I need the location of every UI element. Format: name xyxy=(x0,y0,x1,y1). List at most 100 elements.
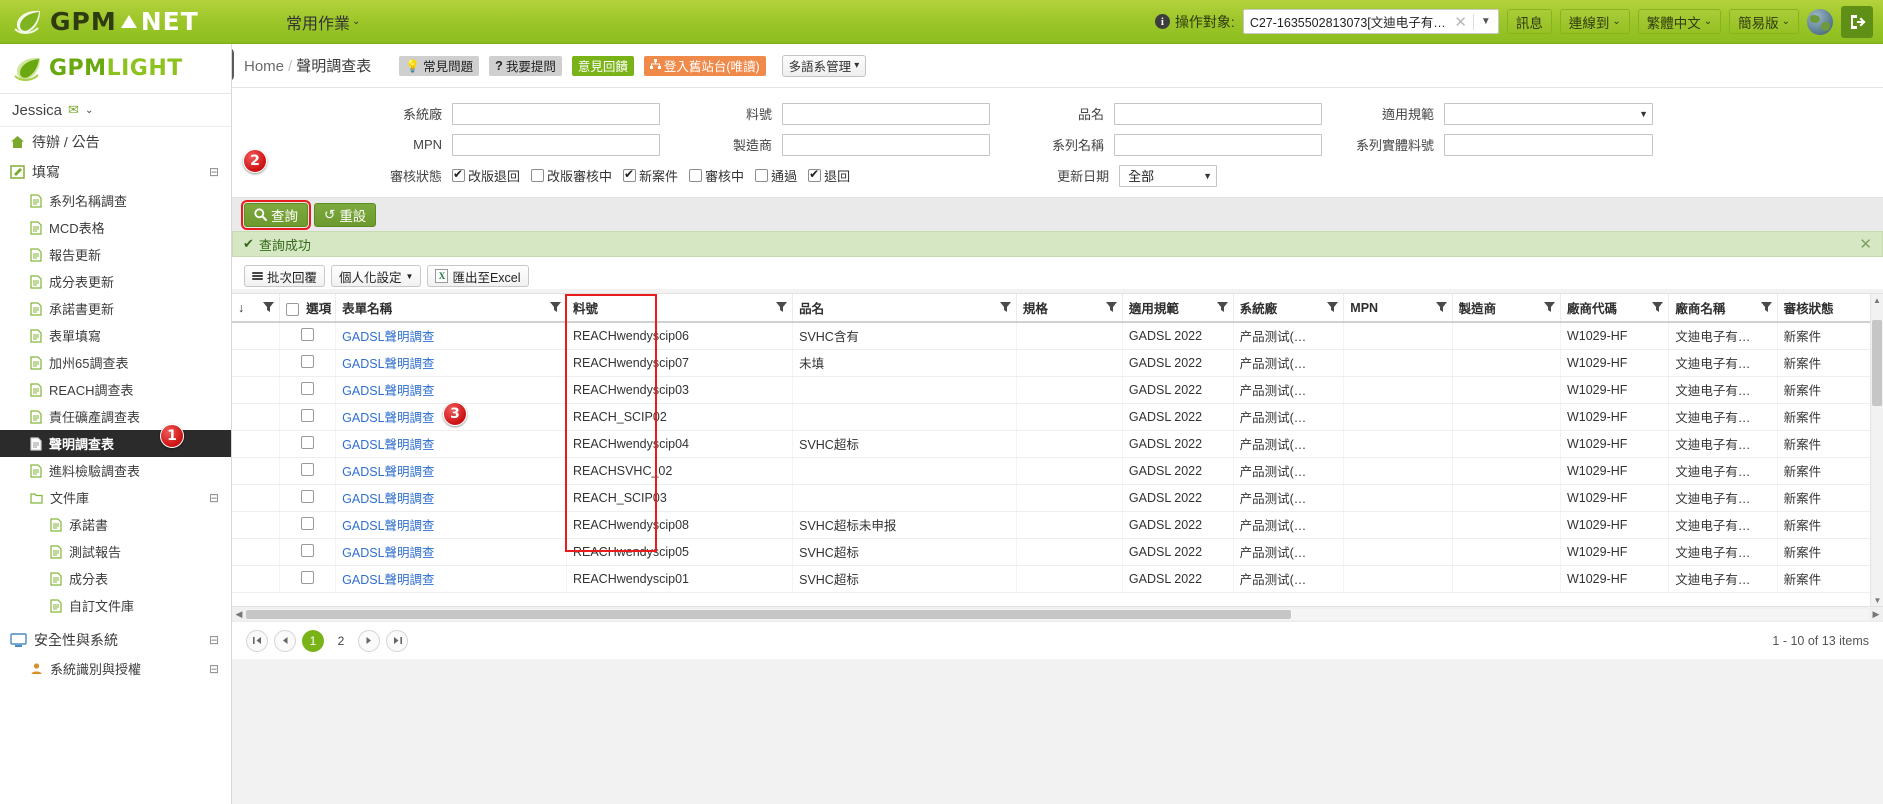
cell-select[interactable] xyxy=(279,511,336,538)
product-name-input[interactable] xyxy=(1114,103,1322,125)
row-checkbox[interactable] xyxy=(301,571,314,584)
series-physical-part-number-input[interactable] xyxy=(1444,134,1653,156)
row-checkbox[interactable] xyxy=(301,463,314,476)
page-2-button[interactable]: 2 xyxy=(330,630,352,652)
cell-form-name[interactable]: GADSL聲明調查 xyxy=(336,511,567,538)
row-checkbox[interactable] xyxy=(301,436,314,449)
sidebar-item-security-system[interactable]: 安全性與系統 ⊟ xyxy=(0,625,231,655)
cell-form-name[interactable]: GADSL聲明調查 xyxy=(336,322,567,349)
form-link[interactable]: GADSL聲明調查 xyxy=(342,465,434,479)
form-link[interactable]: GADSL聲明調查 xyxy=(342,546,434,560)
sidebar-item-composition-update[interactable]: 成分表更新 xyxy=(0,268,231,295)
part-number-input[interactable] xyxy=(782,103,990,125)
system-plant-input[interactable] xyxy=(452,103,660,125)
form-link[interactable]: GADSL聲明調查 xyxy=(342,384,434,398)
row-checkbox[interactable] xyxy=(301,517,314,530)
table-row[interactable]: GADSL聲明調查 REACH_SCIP02 GADSL 2022 产品测试(…… xyxy=(232,403,1872,430)
next-page-button[interactable] xyxy=(358,630,380,652)
col-part-number[interactable]: 料號 xyxy=(566,294,792,322)
checkbox-revision-returned[interactable]: 改版退回 xyxy=(452,166,520,185)
applicable-standard-select[interactable]: ▼ xyxy=(1444,103,1653,125)
sidebar-item-document-library[interactable]: 文件庫 ⊟ xyxy=(0,484,231,511)
row-checkbox[interactable] xyxy=(301,382,314,395)
row-checkbox[interactable] xyxy=(301,355,314,368)
last-page-button[interactable] xyxy=(386,630,408,652)
col-system-plant[interactable]: 系統廠 xyxy=(1233,294,1344,322)
col-vendor-code[interactable]: 廠商代碼 xyxy=(1560,294,1668,322)
row-checkbox[interactable] xyxy=(301,544,314,557)
logout-button[interactable] xyxy=(1841,6,1873,38)
operation-target-select[interactable]: C27-1635502813073[文迪电子有限… ✕ ▼ xyxy=(1243,9,1499,34)
globe-icon[interactable] xyxy=(1807,9,1833,35)
close-icon[interactable]: ✕ xyxy=(1859,235,1872,253)
scroll-up-arrow[interactable]: ▲ xyxy=(1871,294,1883,307)
sidebar-item-custom-library[interactable]: 自訂文件庫 xyxy=(0,592,231,619)
cell-select[interactable] xyxy=(279,457,336,484)
simple-version-button[interactable]: 簡易版 ⌄ xyxy=(1729,9,1799,34)
collapse-icon[interactable]: ⊟ xyxy=(209,491,219,505)
table-row[interactable]: GADSL聲明調查 REACHwendyscip08 SVHC超标未申报 GAD… xyxy=(232,511,1872,538)
page-1-button[interactable]: 1 xyxy=(302,630,324,652)
batch-reply-button[interactable]: 批次回覆 xyxy=(244,265,325,287)
checkbox-under-review[interactable]: 審核中 xyxy=(689,166,744,185)
col-manufacturer[interactable]: 製造商 xyxy=(1452,294,1560,322)
row-checkbox[interactable] xyxy=(301,490,314,503)
clear-icon[interactable]: ✕ xyxy=(1450,13,1471,31)
breadcrumb-home[interactable]: Home xyxy=(244,58,284,75)
collapse-icon[interactable]: ⊟ xyxy=(209,165,219,179)
first-page-button[interactable] xyxy=(246,630,268,652)
checkbox-returned[interactable]: 退回 xyxy=(808,166,850,185)
update-date-select[interactable]: 全部 ▼ xyxy=(1119,165,1217,187)
table-row[interactable]: GADSL聲明調查 REACHwendyscip06 SVHC含有 GADSL … xyxy=(232,322,1872,349)
col-sort[interactable]: ↓ xyxy=(232,294,279,322)
form-link[interactable]: GADSL聲明調查 xyxy=(342,492,434,506)
cell-form-name[interactable]: GADSL聲明調查 xyxy=(336,349,567,376)
cell-select[interactable] xyxy=(279,376,336,403)
scroll-left-arrow[interactable]: ◀ xyxy=(232,609,246,620)
col-applicable-standard[interactable]: 適用規範 xyxy=(1122,294,1233,322)
form-link[interactable]: GADSL聲明調查 xyxy=(342,357,434,371)
sidebar-item-composition-table[interactable]: 成分表 xyxy=(0,565,231,592)
cell-select[interactable] xyxy=(279,430,336,457)
envelope-icon[interactable]: ✉ xyxy=(68,102,79,118)
cell-form-name[interactable]: GADSL聲明調查 xyxy=(336,376,567,403)
scroll-thumb-vertical[interactable] xyxy=(1872,320,1882,406)
table-row[interactable]: GADSL聲明調查 REACHwendyscip07 未填 GADSL 2022… xyxy=(232,349,1872,376)
col-mpn[interactable]: MPN xyxy=(1344,294,1452,322)
table-row[interactable]: GADSL聲明調查 REACHwendyscip04 SVHC超标 GADSL … xyxy=(232,430,1872,457)
sidebar-item-conflict-minerals-survey[interactable]: 責任礦產調查表 xyxy=(0,403,231,430)
ask-question-badge[interactable]: ? 我要提問 xyxy=(489,56,562,76)
checkbox-box[interactable] xyxy=(755,169,768,182)
grid-vertical-scrollbar[interactable]: ▲ ▼ xyxy=(1870,294,1883,607)
col-spec[interactable]: 規格 xyxy=(1016,294,1122,322)
language-button[interactable]: 繁體中文 ⌄ xyxy=(1638,9,1721,34)
sidebar-item-reach-survey[interactable]: REACH調查表 xyxy=(0,376,231,403)
col-product-name[interactable]: 品名 xyxy=(793,294,1017,322)
cell-select[interactable] xyxy=(279,403,336,430)
cell-select[interactable] xyxy=(279,349,336,376)
col-review-status[interactable]: 審核狀態 xyxy=(1777,294,1871,322)
table-row[interactable]: GADSL聲明調查 REACHwendyscip01 SVHC超标 GADSL … xyxy=(232,565,1872,592)
manufacturer-input[interactable] xyxy=(782,134,990,156)
form-link[interactable]: GADSL聲明調查 xyxy=(342,573,434,587)
sidebar-item-commitment-letter[interactable]: 承諾書 xyxy=(0,511,231,538)
grid-horizontal-scrollbar[interactable]: ◀ ▶ xyxy=(232,606,1883,621)
select-all-checkbox[interactable] xyxy=(286,303,299,316)
mpn-input[interactable] xyxy=(452,134,660,156)
form-link[interactable]: GADSL聲明調查 xyxy=(342,330,434,344)
row-checkbox[interactable] xyxy=(301,328,314,341)
cell-select[interactable] xyxy=(279,484,336,511)
cell-form-name[interactable]: GADSL聲明調查 xyxy=(336,430,567,457)
table-row[interactable]: GADSL聲明調查 REACHwendyscip05 SVHC超标 GADSL … xyxy=(232,538,1872,565)
sidebar-item-mcd-form[interactable]: MCD表格 xyxy=(0,214,231,241)
gpm-net-logo[interactable]: GPM NET xyxy=(0,0,278,44)
legacy-site-login-badge[interactable]: 登入舊站台(唯讀) xyxy=(644,56,766,76)
form-link[interactable]: GADSL聲明調查 xyxy=(342,411,434,425)
collapse-sidebar-button[interactable] xyxy=(232,48,234,81)
common-tasks-menu[interactable]: 常用作業 ⌄ xyxy=(286,10,360,34)
cell-select[interactable] xyxy=(279,322,336,349)
cell-form-name[interactable]: GADSL聲明調查 xyxy=(336,457,567,484)
sidebar-item-test-report[interactable]: 測試報告 xyxy=(0,538,231,565)
cell-form-name[interactable]: GADSL聲明調查 xyxy=(336,565,567,592)
cell-form-name[interactable]: GADSL聲明調查 xyxy=(336,484,567,511)
